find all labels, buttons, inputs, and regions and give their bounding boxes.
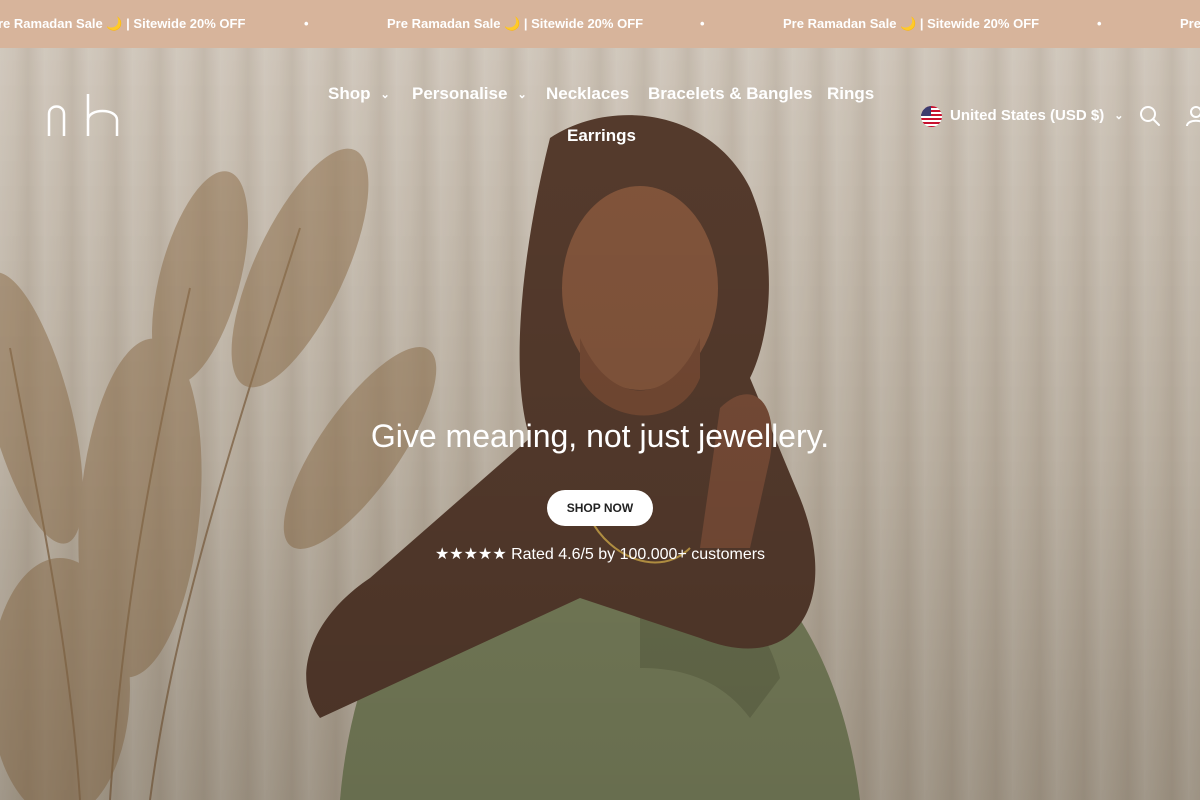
announcement-text[interactable]: Pre Ramadan Sale 🌙 | Sitewide 20% OFF xyxy=(387,0,643,48)
hero-title: Give meaning, not just jewellery. xyxy=(370,418,830,454)
nav-label: Shop xyxy=(328,84,371,103)
chevron-down-icon: ⌄ xyxy=(380,88,390,101)
rating-text: ★★★★★ Rated 4.6/5 by 100.000+ customers xyxy=(434,546,766,563)
locale-label: United States (USD $) xyxy=(950,107,1105,124)
announcement-bar: re Ramadan Sale 🌙 | Sitewide 20% OFF • P… xyxy=(0,0,1200,48)
announcement-separator: • xyxy=(304,16,309,31)
us-flag-icon xyxy=(921,105,942,127)
nav-label: Personalise xyxy=(412,84,508,103)
country-currency-selector[interactable]: United States (USD $) ⌄ xyxy=(921,104,1123,128)
announcement-separator: • xyxy=(700,16,705,31)
nav-item-shop[interactable]: Shop ⌄ xyxy=(328,82,390,106)
shop-now-button[interactable]: SHOP NOW xyxy=(547,490,653,526)
account-icon[interactable] xyxy=(1184,104,1200,128)
nav-item-rings[interactable]: Rings xyxy=(827,82,874,106)
announcement-separator: • xyxy=(1097,16,1102,31)
nav-item-personalise[interactable]: Personalise ⌄ xyxy=(412,82,527,106)
announcement-text[interactable]: re Ramadan Sale 🌙 | Sitewide 20% OFF xyxy=(0,0,245,48)
nav-item-earrings[interactable]: Earrings xyxy=(567,124,636,148)
search-icon[interactable] xyxy=(1138,104,1162,128)
nav-item-necklaces[interactable]: Necklaces xyxy=(546,82,629,106)
chevron-down-icon: ⌄ xyxy=(517,88,527,101)
announcement-text[interactable]: Pre xyxy=(1180,0,1200,48)
nav-item-bracelets-bangles[interactable]: Bracelets & Bangles xyxy=(648,82,812,106)
announcement-text[interactable]: Pre Ramadan Sale 🌙 | Sitewide 20% OFF xyxy=(783,0,1039,48)
chevron-down-icon: ⌄ xyxy=(1114,110,1124,123)
